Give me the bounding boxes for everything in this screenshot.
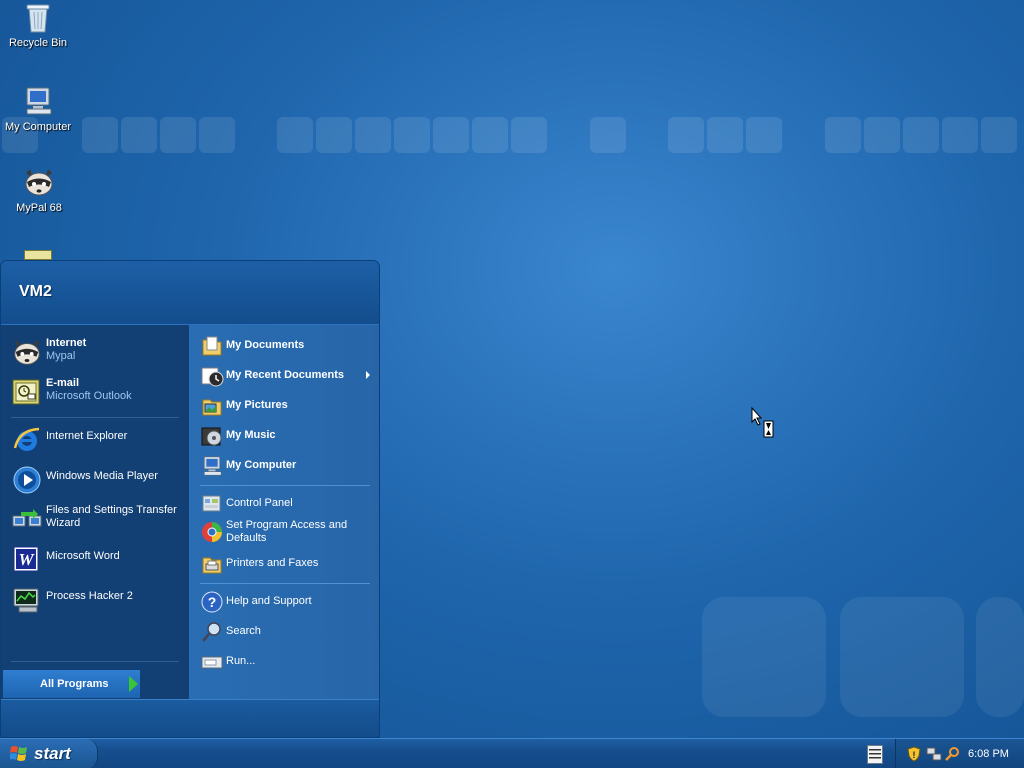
keyboard-layout-icon[interactable] — [867, 745, 883, 764]
windows-flag-icon — [9, 745, 28, 762]
clock[interactable]: 6:08 PM — [968, 748, 1009, 760]
all-programs-button[interactable]: All Programs — [3, 670, 140, 698]
settings-item-control-panel[interactable]: Control Panel — [198, 491, 378, 517]
security-shield-icon[interactable]: ! — [906, 746, 922, 762]
process-hacker-icon — [11, 584, 43, 616]
busy-cursor-icon — [751, 406, 775, 439]
recent-item-transfer-wizard[interactable]: Files and Settings Transfer Wizard — [9, 502, 187, 538]
pinned-item-email[interactable]: E-mail Microsoft Outlook — [9, 375, 187, 411]
pinned-item-subtitle: Mypal — [46, 350, 76, 362]
recent-item-internet-explorer[interactable]: Internet Explorer — [9, 422, 187, 458]
place-item-label: My Documents — [226, 339, 305, 351]
pinned-item-subtitle: Microsoft Outlook — [46, 390, 132, 402]
settings-item-label: Set Program Access and Defaults — [226, 519, 348, 544]
start-button[interactable]: start — [0, 739, 98, 768]
transfer-wizard-icon — [11, 504, 43, 536]
help-item-help-support[interactable]: ? Help and Support — [198, 589, 378, 615]
submenu-arrow-icon — [366, 371, 370, 379]
wallpaper-tile — [702, 597, 826, 717]
run-icon — [200, 650, 224, 674]
help-item-label: Run... — [226, 655, 256, 667]
recent-item-process-hacker[interactable]: Process Hacker 2 — [9, 582, 187, 618]
program-defaults-icon — [200, 520, 224, 544]
svg-text:?: ? — [208, 594, 217, 610]
place-item-label: My Computer — [226, 459, 297, 471]
recent-item-label: Process Hacker 2 — [46, 590, 133, 602]
user-name: VM2 — [19, 283, 52, 300]
music-folder-icon — [200, 424, 224, 448]
pinned-item-title: E-mail — [46, 377, 80, 389]
system-tray: ! 6:08 PM — [895, 739, 1024, 768]
media-player-icon — [11, 464, 43, 496]
place-item-label: My Music — [226, 429, 276, 441]
start-menu-right-pane: My Documents My Recent Documents My Pict… — [190, 325, 379, 699]
settings-item-printers-faxes[interactable]: Printers and Faxes — [198, 551, 378, 577]
wallpaper-tile-row — [0, 117, 1024, 155]
outlook-icon — [11, 377, 43, 409]
settings-item-label: Control Panel — [226, 497, 293, 509]
help-icon: ? — [200, 590, 224, 614]
desktop-icon-mypal[interactable]: MyPal 68 — [1, 167, 77, 214]
start-menu-footer — [1, 699, 379, 737]
settings-item-label: Printers and Faxes — [226, 557, 319, 569]
word-icon: W — [11, 544, 43, 576]
recent-item-label: Internet Explorer — [46, 430, 128, 442]
computer-icon — [200, 454, 224, 478]
place-item-my-music[interactable]: My Music — [198, 423, 378, 449]
start-menu: VM2 Internet Mypal E-mail Microsoft Outl… — [0, 260, 380, 738]
recycle-bin-icon — [21, 2, 55, 34]
printer-icon — [200, 552, 224, 576]
recent-item-microsoft-word[interactable]: W Microsoft Word — [9, 542, 187, 578]
network-icon[interactable] — [926, 746, 942, 762]
search-icon — [200, 620, 224, 644]
search-tray-icon[interactable] — [944, 746, 960, 762]
place-item-my-documents[interactable]: My Documents — [198, 333, 378, 359]
taskbar: start ! 6:08 PM — [0, 738, 1024, 768]
place-item-my-recent-documents[interactable]: My Recent Documents — [198, 363, 378, 389]
settings-item-program-defaults[interactable]: Set Program Access and Defaults — [198, 519, 378, 549]
computer-icon — [21, 86, 55, 118]
place-item-my-computer[interactable]: My Computer — [198, 453, 378, 479]
desktop-icon-recycle-bin[interactable]: Recycle Bin — [0, 2, 76, 49]
separator — [11, 417, 179, 418]
desktop-icon-my-computer[interactable]: My Computer — [0, 86, 76, 133]
separator — [11, 661, 179, 662]
place-item-label: My Recent Documents — [226, 369, 344, 381]
separator — [200, 583, 370, 584]
pinned-item-internet[interactable]: Internet Mypal — [9, 335, 187, 371]
raccoon-browser-icon — [22, 167, 56, 199]
svg-text:!: ! — [913, 750, 916, 760]
svg-text:W: W — [18, 550, 35, 569]
start-menu-left-pane: Internet Mypal E-mail Microsoft Outlook — [1, 325, 190, 699]
recent-item-windows-media-player[interactable]: Windows Media Player — [9, 462, 187, 498]
help-item-label: Help and Support — [226, 595, 312, 607]
green-arrow-icon — [129, 676, 138, 692]
place-item-label: My Pictures — [226, 399, 288, 411]
internet-explorer-icon — [11, 424, 43, 456]
pinned-item-title: Internet — [46, 337, 87, 349]
raccoon-browser-icon — [11, 337, 43, 369]
help-item-label: Search — [226, 625, 261, 637]
recent-item-label: Microsoft Word — [46, 550, 120, 562]
wallpaper-tile — [976, 597, 1024, 717]
documents-folder-icon — [200, 334, 224, 358]
place-item-my-pictures[interactable]: My Pictures — [198, 393, 378, 419]
all-programs-label: All Programs — [40, 678, 109, 690]
desktop-icon-partial — [24, 250, 52, 260]
pictures-folder-icon — [200, 394, 224, 418]
recent-documents-icon — [200, 364, 224, 388]
separator — [200, 485, 370, 486]
control-panel-icon — [200, 492, 224, 516]
help-item-run[interactable]: Run... — [198, 649, 378, 675]
start-label: start — [34, 744, 71, 763]
recent-item-label: Files and Settings Transfer Wizard — [46, 504, 177, 529]
recent-item-label: Windows Media Player — [46, 470, 158, 482]
wallpaper-tile — [840, 597, 964, 717]
start-menu-header: VM2 — [1, 261, 379, 325]
help-item-search[interactable]: Search — [198, 619, 378, 645]
